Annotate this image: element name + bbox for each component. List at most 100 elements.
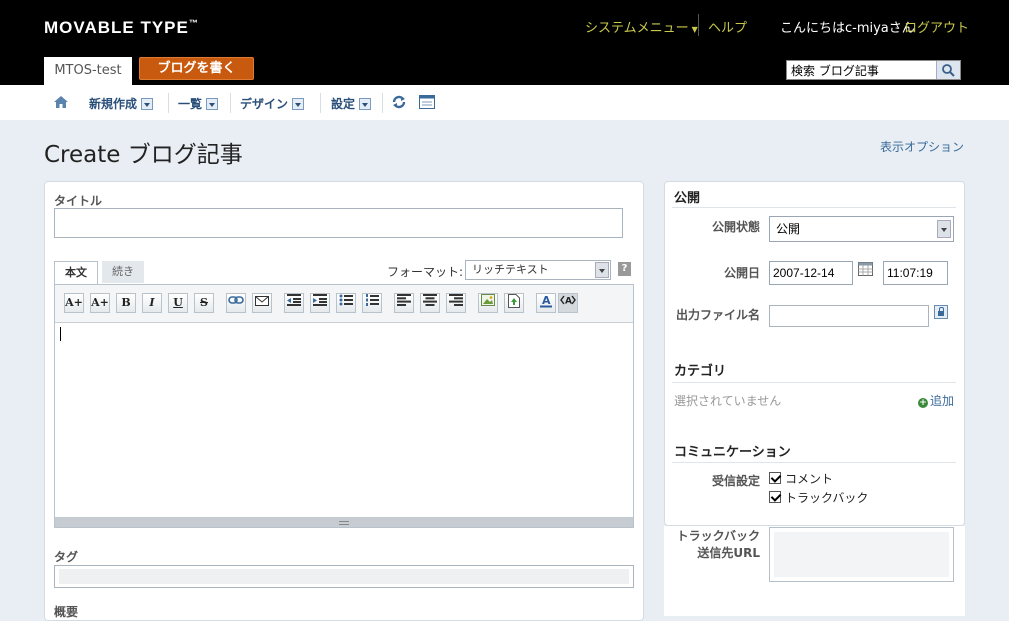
chevron-down-icon [937, 220, 951, 238]
publish-time-input[interactable] [883, 261, 948, 285]
text-color-icon: A [540, 294, 552, 308]
envelope-icon [255, 296, 269, 306]
tags-input[interactable] [54, 565, 634, 588]
dropdown-icon [292, 98, 305, 110]
top-header: MOVABLE TYPE™ システムメニュー ▼ ヘルプ こんにちはc-miyaさ… [0, 0, 1009, 85]
italic-button[interactable]: I [142, 293, 162, 313]
outdent-button[interactable] [284, 293, 304, 313]
accept-comments-checkbox[interactable] [769, 472, 781, 484]
bold-button[interactable]: B [116, 293, 136, 313]
link-button[interactable] [226, 293, 246, 313]
excerpt-label: 概要 [54, 605, 79, 619]
bulleted-list-button[interactable] [336, 293, 356, 313]
view-site-button[interactable] [419, 95, 435, 112]
nav-list[interactable]: 一覧 [178, 95, 219, 112]
insert-image-button[interactable] [478, 293, 498, 313]
font-size-increase-button[interactable]: A+ [64, 293, 84, 313]
nav-list-label: 一覧 [178, 97, 203, 111]
bulleted-list-icon [339, 294, 353, 306]
align-center-button[interactable] [420, 293, 440, 313]
tab-body[interactable]: 本文 [54, 261, 98, 285]
blog-tab[interactable]: MTOS-test [44, 57, 132, 85]
chevron-down-icon [595, 262, 609, 278]
movable-type-logo[interactable]: MOVABLE TYPE™ [44, 18, 199, 38]
status-select[interactable]: 公開 [769, 216, 954, 242]
system-menu-label: システムメニュー [585, 21, 689, 36]
image-icon [481, 294, 495, 306]
align-right-button[interactable] [446, 293, 466, 313]
plus-icon: + [918, 398, 928, 408]
publish-date-label: 公開日 [723, 266, 760, 280]
rich-text-editor: A+ A+ B I U S A A [54, 284, 634, 528]
align-center-icon [423, 294, 437, 306]
text-color-button[interactable]: A [536, 293, 556, 313]
refresh-icon [392, 95, 406, 109]
category-heading: カテゴリ [674, 364, 727, 379]
html-tag-icon: A [560, 295, 576, 307]
nav-settings-label: 設定 [331, 97, 356, 111]
nav-new[interactable]: 新規作成 [89, 95, 154, 112]
format-select[interactable]: リッチテキスト [465, 260, 611, 280]
dropdown-icon [206, 98, 219, 110]
nav-design-label: デザイン [240, 97, 289, 111]
trackback-url-label: トラックバック 送信先URL [664, 527, 760, 561]
align-right-icon [449, 294, 463, 306]
nav-separator [230, 93, 231, 113]
outdent-icon [287, 294, 301, 306]
html-mode-button[interactable]: A [558, 293, 578, 313]
caret-down-icon: ▼ [691, 25, 698, 34]
main-nav: 新規作成 一覧 デザイン 設定 [0, 85, 1009, 120]
accept-trackbacks-label: トラックバック [785, 491, 869, 505]
window-icon [419, 95, 435, 109]
indent-button[interactable] [310, 293, 330, 313]
home-icon [54, 96, 68, 108]
editor-resize-handle[interactable] [55, 517, 633, 527]
system-menu-link[interactable]: システムメニュー ▼ [585, 17, 698, 36]
lock-icon[interactable] [934, 305, 948, 319]
add-category-label: 追加 [930, 394, 955, 408]
tab-extended[interactable]: 続き [102, 261, 144, 283]
publish-date-input[interactable] [769, 261, 853, 285]
nav-design[interactable]: デザイン [240, 95, 305, 112]
accept-label: 受信設定 [711, 474, 760, 488]
logo-text: MOVABLE TYPE [44, 18, 189, 37]
align-left-icon [397, 294, 411, 306]
display-options-link[interactable]: 表示オプション [880, 138, 964, 155]
add-category-link[interactable]: + 追加 [918, 392, 954, 409]
strikethrough-button[interactable]: S [194, 293, 214, 313]
numbered-list-button[interactable] [362, 293, 382, 313]
format-help-icon[interactable]: ? [618, 262, 631, 276]
communication-heading: コミュニケーション [674, 445, 791, 460]
trackback-url-label-line1: トラックバック [676, 529, 760, 543]
search-button[interactable] [936, 61, 960, 79]
text-cursor [60, 327, 61, 341]
email-link-button[interactable] [252, 293, 272, 313]
insert-file-button[interactable] [504, 293, 524, 313]
nav-separator [320, 93, 321, 113]
filename-input[interactable] [769, 305, 929, 327]
editor-toolbar: A+ A+ B I U S A A [55, 285, 633, 323]
status-selected-value: 公開 [776, 222, 801, 236]
category-empty-text: 選択されていません [674, 394, 782, 408]
title-label: タイトル [54, 194, 103, 208]
home-button[interactable] [53, 94, 69, 113]
font-size-decrease-button[interactable]: A+ [90, 293, 110, 313]
divider [672, 462, 956, 463]
help-link[interactable]: ヘルプ [708, 17, 747, 36]
logout-link[interactable]: ログアウト [904, 17, 969, 36]
search-input[interactable] [789, 62, 937, 78]
search-box [786, 60, 961, 80]
underline-button[interactable]: U [168, 293, 188, 313]
tags-input-fill [59, 569, 629, 584]
editor-content-area[interactable] [55, 323, 633, 517]
calendar-button[interactable] [858, 262, 873, 279]
trackback-url-textarea[interactable] [769, 527, 954, 582]
trackback-url-label-line2: 送信先URL [697, 546, 760, 560]
nav-separator [382, 93, 383, 113]
rebuild-button[interactable] [391, 94, 407, 113]
accept-trackbacks-checkbox[interactable] [769, 491, 781, 503]
write-entry-button[interactable]: ブログを書く [139, 57, 254, 80]
title-input[interactable] [54, 208, 623, 238]
align-left-button[interactable] [394, 293, 414, 313]
nav-settings[interactable]: 設定 [331, 95, 372, 112]
